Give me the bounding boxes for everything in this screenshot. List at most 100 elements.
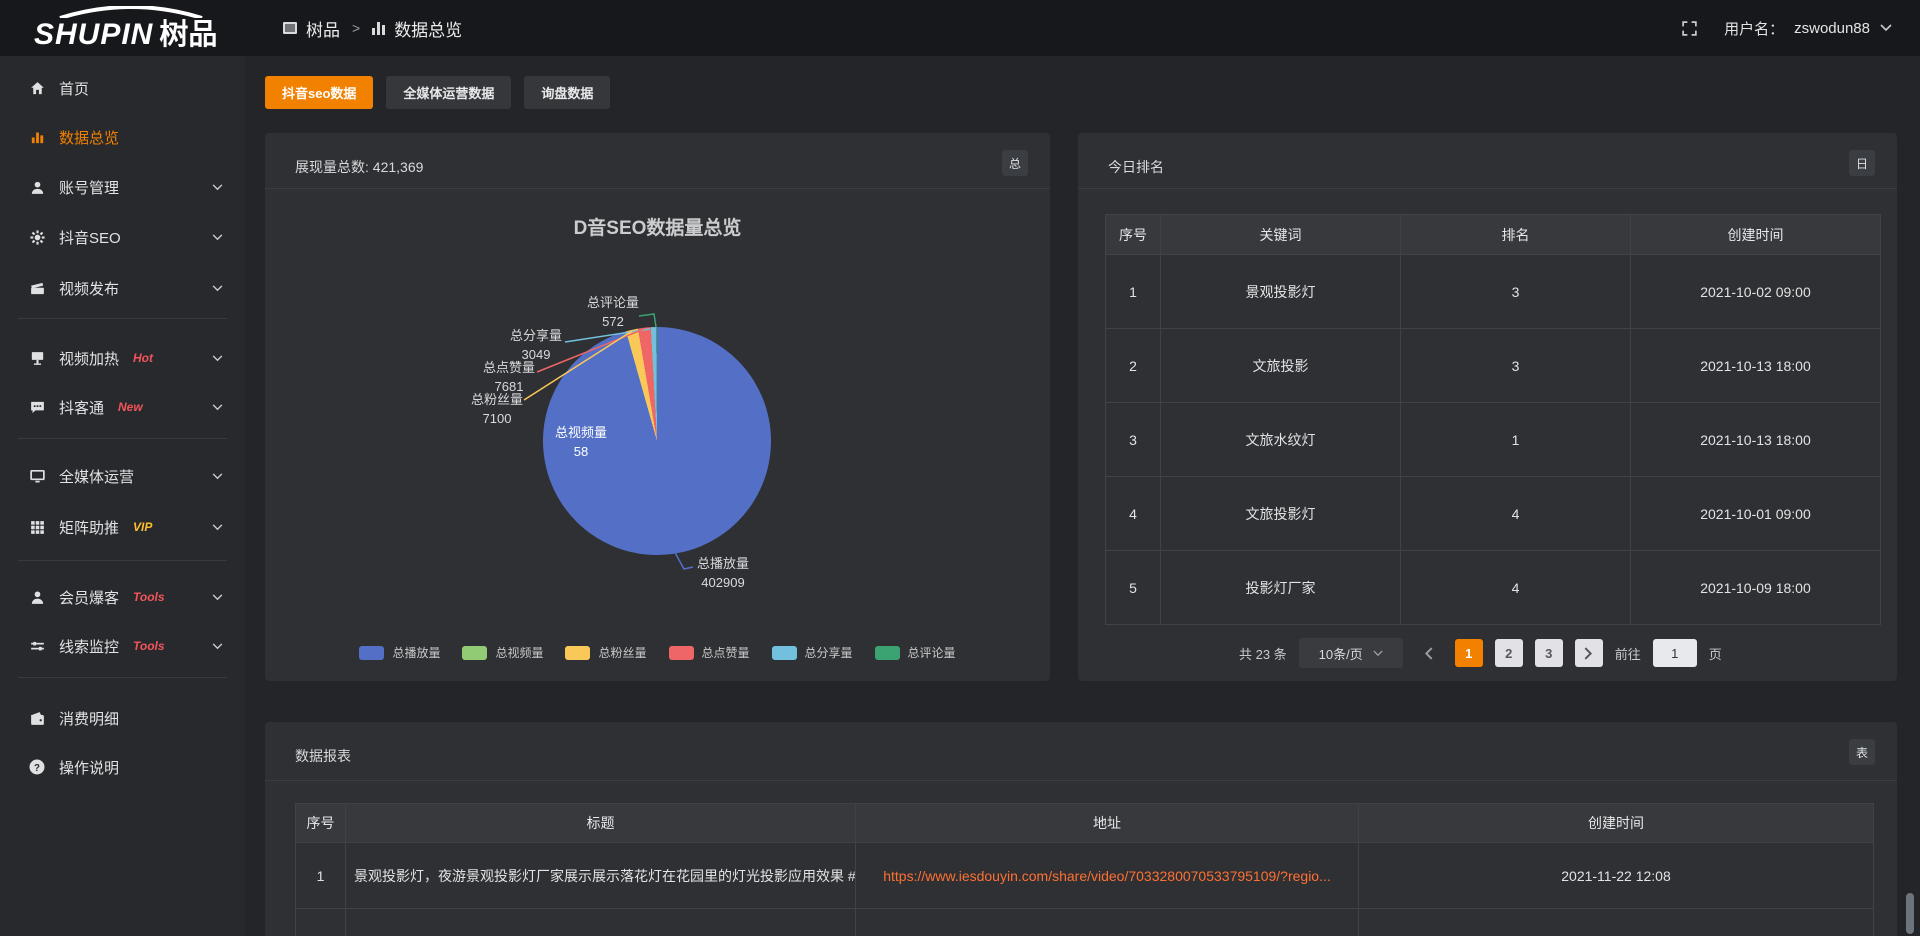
chevron-left-icon (1424, 647, 1433, 660)
sidebar-item-label: 矩阵助推 (59, 517, 119, 538)
user-menu-chevron-icon[interactable] (1880, 24, 1892, 32)
sidebar-item-douyin-seo[interactable]: 抖音SEO (0, 220, 245, 254)
sidebar-item-video-heat[interactable]: 视频加热 Hot (0, 341, 245, 375)
pie-legend: 总播放量 总视频量 总粉丝量 总点赞量 总分享量 总评论量 (265, 644, 1050, 661)
sidebar-item-account[interactable]: 账号管理 (0, 170, 245, 204)
tab-inquiry-data[interactable]: 询盘数据 (524, 76, 610, 109)
sidebar-item-member-burst[interactable]: 会员爆客 Tools (0, 580, 245, 614)
logo-arc-icon (56, 6, 206, 18)
sidebar-divider (18, 438, 227, 439)
sidebar-item-label: 消费明细 (59, 708, 119, 729)
sidebar-item-video-publish[interactable]: 视频发布 (0, 271, 245, 305)
new-tag: New (118, 400, 143, 414)
goto-label: 前往 (1615, 644, 1641, 663)
table-row: 5投影灯厂家42021-10-09 18:00 (1106, 551, 1881, 625)
table-view-badge[interactable]: 表 (1849, 739, 1875, 765)
sidebar-item-matrix-boost[interactable]: 矩阵助推 VIP (0, 510, 245, 544)
sidebar-item-data-overview[interactable]: 数据总览 (0, 120, 245, 154)
pie-label-fans: 总粉丝量7100 (471, 390, 523, 428)
sidebar-item-label: 线索监控 (59, 636, 119, 657)
hot-tag: Hot (133, 351, 153, 365)
breadcrumb-current: 数据总览 (394, 16, 462, 41)
legend-item-likes[interactable]: 总点赞量 (669, 644, 750, 661)
svg-text:?: ? (34, 763, 40, 774)
bar-chart-icon (27, 127, 47, 147)
sidebar-item-consume-detail[interactable]: 消费明细 (0, 701, 245, 735)
chevron-down-icon (212, 285, 223, 292)
chevron-down-icon (212, 355, 223, 362)
impressions-total-value: 421,369 (373, 159, 424, 175)
ranking-panel-title: 今日排名 (1108, 157, 1164, 177)
page-button-1[interactable]: 1 (1455, 639, 1483, 667)
panel-divider (265, 780, 1897, 781)
legend-item-comments[interactable]: 总评论量 (875, 644, 956, 661)
page-button-2[interactable]: 2 (1495, 639, 1523, 667)
report-panel: 数据报表 表 序号 标题 地址 创建时间 1 景观投影灯，夜游景观投影灯厂家展示… (265, 722, 1897, 936)
goto-suffix: 页 (1709, 644, 1722, 663)
col-title: 标题 (346, 804, 856, 843)
pie-label-videos: 总视频量58 (555, 423, 607, 461)
table-header-row: 序号 关键词 排名 创建时间 (1106, 215, 1881, 255)
username[interactable]: zswodun88 (1794, 20, 1870, 37)
sidebar-item-label: 操作说明 (59, 757, 119, 778)
page-button-3[interactable]: 3 (1535, 639, 1563, 667)
prev-page-button[interactable] (1415, 639, 1443, 667)
member-icon (27, 587, 47, 607)
tab-douyin-seo-data[interactable]: 抖音seo数据 (265, 76, 373, 109)
sidebar-item-instructions[interactable]: ? 操作说明 (0, 750, 245, 784)
legend-item-videos[interactable]: 总视频量 (462, 644, 543, 661)
panel-divider (1078, 188, 1897, 189)
legend-item-plays[interactable]: 总播放量 (359, 644, 440, 661)
report-panel-title: 数据报表 (295, 746, 351, 766)
next-page-button[interactable] (1575, 639, 1603, 667)
page-size-select[interactable]: 10条/页 (1299, 638, 1403, 668)
table-row: 4文旅投影灯42021-10-01 09:00 (1106, 477, 1881, 551)
legend-item-fans[interactable]: 总粉丝量 (565, 644, 646, 661)
chevron-right-icon (1584, 647, 1593, 660)
pie-chart-title: D音SEO数据量总览 (265, 213, 1050, 240)
sidebar-item-home[interactable]: 首页 (0, 71, 245, 105)
table-row: 3文旅水纹灯12021-10-13 18:00 (1106, 403, 1881, 477)
total-view-badge[interactable]: 总 (1002, 150, 1028, 176)
goto-page-input[interactable] (1653, 639, 1697, 667)
day-view-badge[interactable]: 日 (1849, 150, 1875, 176)
sidebar-divider (18, 318, 227, 319)
table-row (296, 909, 1874, 936)
col-no: 序号 (1106, 215, 1161, 255)
sidebar-item-label: 全媒体运营 (59, 466, 134, 487)
sidebar-item-lead-monitor[interactable]: 线索监控 Tools (0, 629, 245, 663)
chart-panel: 展现量总数: 421,369 总 D音SEO数据量总览 总评论量572 总分享量… (265, 133, 1050, 681)
sidebar-item-douketong[interactable]: 抖客通 New (0, 390, 245, 424)
video-link[interactable]: https://www.iesdouyin.com/share/video/70… (883, 868, 1331, 884)
chevron-down-icon (212, 184, 223, 191)
sidebar: 首页 数据总览 账号管理 抖音SEO 视频发布 视频加热 Hot 抖客通 New… (0, 56, 245, 936)
app-logo[interactable]: SHUPIN 树品 (34, 6, 217, 52)
table-row: 2文旅投影32021-10-13 18:00 (1106, 329, 1881, 403)
sidebar-item-media-operation[interactable]: 全媒体运营 (0, 459, 245, 493)
window-icon (283, 22, 297, 34)
sidebar-item-label: 视频加热 (59, 348, 119, 369)
table-header-row: 序号 标题 地址 创建时间 (296, 804, 1874, 843)
tools-tag: Tools (133, 590, 165, 604)
fullscreen-icon[interactable] (1681, 20, 1698, 37)
legend-swatch (359, 646, 384, 660)
legend-swatch (462, 646, 487, 660)
video-title: 景观投影灯，夜游景观投影灯厂家展示展示落花灯在花园里的灯光投影应用效果 # (346, 843, 856, 909)
wallet-icon (27, 708, 47, 728)
scrollbar[interactable] (1906, 893, 1914, 934)
question-icon: ? (27, 757, 47, 777)
impressions-total: 展现量总数: 421,369 (295, 157, 423, 177)
table-row: 1景观投影灯32021-10-02 09:00 (1106, 255, 1881, 329)
sidebar-item-label: 数据总览 (59, 127, 119, 148)
sidebar-divider (18, 560, 227, 561)
bar-chart-icon (372, 22, 385, 35)
sliders-icon (27, 636, 47, 656)
legend-item-shares[interactable]: 总分享量 (772, 644, 853, 661)
sidebar-divider (18, 677, 227, 678)
app-header: SHUPIN 树品 树品 > 数据总览 用户名： zswodun88 (0, 0, 1920, 56)
sidebar-item-label: 抖客通 (59, 397, 104, 418)
tab-media-operation-data[interactable]: 全媒体运营数据 (386, 76, 511, 109)
breadcrumb-root[interactable]: 树品 (306, 16, 340, 41)
table-row: 1 景观投影灯，夜游景观投影灯厂家展示展示落花灯在花园里的灯光投影应用效果 # … (296, 843, 1874, 909)
sidebar-item-label: 视频发布 (59, 278, 119, 299)
